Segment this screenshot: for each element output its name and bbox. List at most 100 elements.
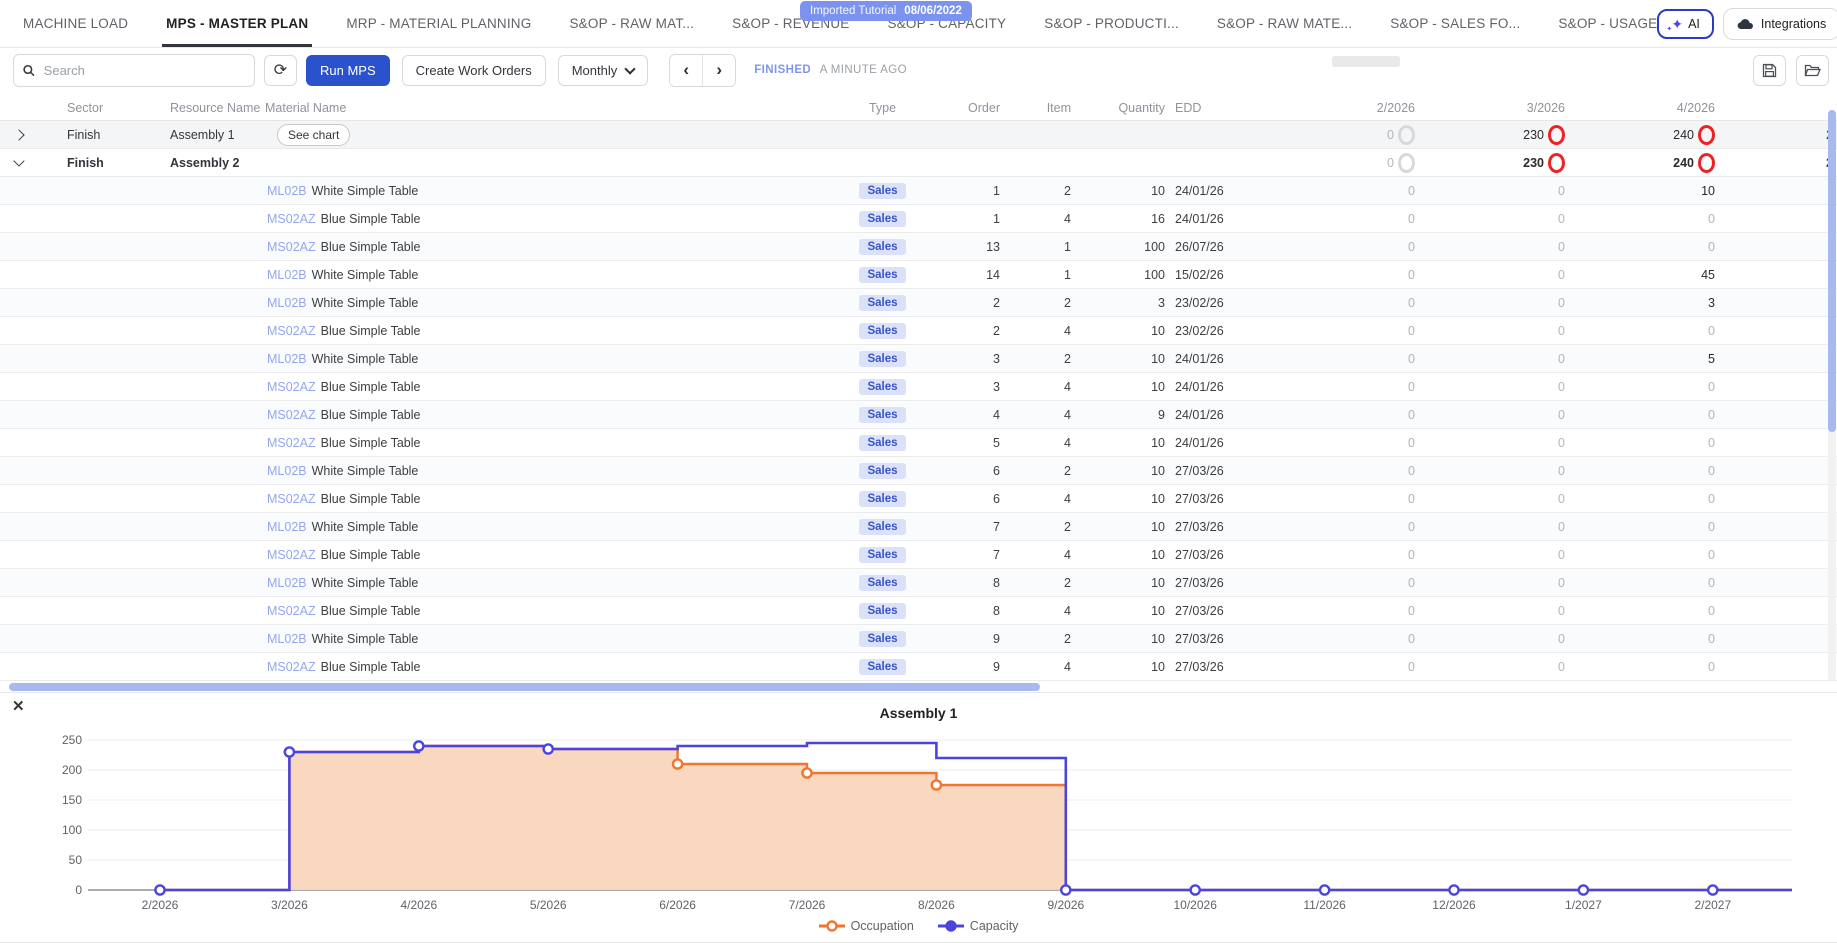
next-period-button[interactable]: › — [703, 55, 735, 86]
capacity-data-point[interactable] — [1579, 885, 1588, 894]
table-row[interactable]: MS02AZBlue Simple TableSales841027/03/26… — [0, 597, 1837, 625]
item-cell: 2 — [1000, 632, 1071, 646]
material-code-link[interactable]: ML02B — [267, 576, 307, 590]
material-code-link[interactable]: ML02B — [267, 352, 307, 366]
tab-s-op-raw-mat-[interactable]: S&OP - RAW MAT... — [569, 0, 694, 47]
tab-mps-master-plan[interactable]: MPS - MASTER PLAN — [166, 0, 308, 47]
capacity-data-point[interactable] — [155, 885, 164, 894]
table-row[interactable]: ML02BWhite Simple TableSales14110015/02/… — [0, 261, 1837, 289]
material-code-link[interactable]: MS02AZ — [267, 380, 316, 394]
search-input[interactable] — [42, 62, 245, 79]
capacity-legend-marker — [938, 920, 964, 932]
refresh-button[interactable]: ⟳ — [264, 55, 297, 86]
type-badge: Sales — [859, 435, 905, 451]
ai-button[interactable]: ✦✦ AI — [1657, 9, 1714, 39]
material-code-link[interactable]: ML02B — [267, 520, 307, 534]
vertical-scrollbar-track[interactable] — [1828, 110, 1836, 681]
material-name: Blue Simple Table — [321, 548, 421, 562]
table-row[interactable]: ML02BWhite Simple TableSales721027/03/26… — [0, 513, 1837, 541]
tab-s-op-sales-fo-[interactable]: S&OP - SALES FO... — [1390, 0, 1520, 47]
x-tick-label: 9/2026 — [1047, 898, 1084, 912]
integrations-button[interactable]: Integrations — [1723, 8, 1837, 40]
tab-s-op-usage[interactable]: S&OP - USAGE — [1558, 0, 1657, 47]
material-code-link[interactable]: ML02B — [267, 632, 307, 646]
table-row[interactable]: MS02AZBlue Simple TableSales941027/03/26… — [0, 653, 1837, 681]
table-row[interactable]: MS02AZBlue Simple TableSales44924/01/260… — [0, 401, 1837, 429]
tab-s-op-raw-mate-[interactable]: S&OP - RAW MATE... — [1217, 0, 1352, 47]
material-code-link[interactable]: ML02B — [267, 464, 307, 478]
material-code-link[interactable]: MS02AZ — [267, 492, 316, 506]
table-row[interactable]: MS02AZBlue Simple TableSales641027/03/26… — [0, 485, 1837, 513]
legend-capacity[interactable]: Capacity — [938, 919, 1019, 933]
table-row[interactable]: MS02AZBlue Simple TableSales141624/01/26… — [0, 205, 1837, 233]
table-row[interactable]: ML02BWhite Simple TableSales821027/03/26… — [0, 569, 1837, 597]
material-code-link[interactable]: MS02AZ — [267, 436, 316, 450]
previous-period-button[interactable]: ‹ — [670, 55, 703, 86]
create-work-orders-button[interactable]: Create Work Orders — [402, 55, 546, 86]
table-row[interactable]: ML02BWhite Simple TableSales321024/01/26… — [0, 345, 1837, 373]
table-row[interactable]: ML02BWhite Simple TableSales921027/03/26… — [0, 625, 1837, 653]
search-box[interactable] — [13, 54, 255, 87]
material-code-link[interactable]: MS02AZ — [267, 212, 316, 226]
edd-cell: 27/03/26 — [1165, 576, 1290, 590]
tab-machine-load[interactable]: MACHINE LOAD — [23, 0, 128, 47]
type-header: Type — [830, 101, 935, 115]
table-row[interactable]: ML02BWhite Simple TableSales22323/02/260… — [0, 289, 1837, 317]
horizontal-scrollbar-thumb[interactable] — [9, 683, 1040, 691]
month-value: 0 — [1408, 520, 1415, 534]
vertical-scrollbar-thumb[interactable] — [1828, 110, 1836, 432]
material-code-link[interactable]: ML02B — [267, 268, 307, 282]
material-code-link[interactable]: MS02AZ — [267, 660, 316, 674]
month-value-cell: 0 — [1565, 492, 1715, 506]
chevron-down-icon — [625, 63, 636, 74]
table-row[interactable]: MS02AZBlue Simple TableSales13110026/07/… — [0, 233, 1837, 261]
material-code-link[interactable]: MS02AZ — [267, 408, 316, 422]
material-code-link[interactable]: ML02B — [267, 184, 307, 198]
see-chart-button[interactable]: See chart — [277, 124, 350, 146]
order-cell: 7 — [935, 548, 1000, 562]
legend-occupation[interactable]: Occupation — [819, 919, 914, 933]
table-row[interactable]: MS02AZBlue Simple TableSales241023/02/26… — [0, 317, 1837, 345]
capacity-data-point[interactable] — [1449, 885, 1458, 894]
save-button[interactable] — [1753, 55, 1786, 86]
resource-group-row[interactable]: FinishAssembly 1See chart02302402 — [0, 121, 1837, 149]
open-folder-button[interactable] — [1796, 55, 1829, 86]
period-select[interactable]: Monthly — [558, 55, 649, 86]
tab-mrp-material-planning[interactable]: MRP - MATERIAL PLANNING — [346, 0, 531, 47]
occupation-data-point[interactable] — [673, 759, 682, 768]
month-value-cell: 0 — [1415, 660, 1565, 674]
type-badge: Sales — [859, 323, 905, 339]
table-row[interactable]: ML02BWhite Simple TableSales621027/03/26… — [0, 457, 1837, 485]
quantity-cell: 3 — [1071, 296, 1165, 310]
material-code-link[interactable]: MS02AZ — [267, 240, 316, 254]
collapse-icon[interactable] — [13, 155, 24, 166]
material-code-link[interactable]: MS02AZ — [267, 548, 316, 562]
capacity-data-point[interactable] — [544, 744, 553, 753]
item-cell: 2 — [1000, 520, 1071, 534]
x-tick-label: 6/2026 — [659, 898, 696, 912]
capacity-data-point[interactable] — [414, 741, 423, 750]
material-code-link[interactable]: MS02AZ — [267, 604, 316, 618]
table-row[interactable]: MS02AZBlue Simple TableSales541024/01/26… — [0, 429, 1837, 457]
item-cell: 2 — [1000, 184, 1071, 198]
edd-cell: 27/03/26 — [1165, 548, 1290, 562]
run-mps-button[interactable]: Run MPS — [306, 55, 390, 86]
material-code-link[interactable]: ML02B — [267, 296, 307, 310]
capacity-data-point[interactable] — [1320, 885, 1329, 894]
capacity-data-point[interactable] — [1708, 885, 1717, 894]
table-row[interactable]: ML02BWhite Simple TableSales121024/01/26… — [0, 177, 1837, 205]
occupation-data-point[interactable] — [802, 768, 811, 777]
capacity-data-point[interactable] — [285, 747, 294, 756]
occupation-data-point[interactable] — [932, 780, 941, 789]
capacity-data-point[interactable] — [1061, 885, 1070, 894]
table-row[interactable]: MS02AZBlue Simple TableSales741027/03/26… — [0, 541, 1837, 569]
month-value: 0 — [1408, 464, 1415, 478]
table-row[interactable]: MS02AZBlue Simple TableSales341024/01/26… — [0, 373, 1837, 401]
material-code-link[interactable]: MS02AZ — [267, 324, 316, 338]
capacity-data-point[interactable] — [1191, 885, 1200, 894]
tab-s-op-producti-[interactable]: S&OP - PRODUCTI... — [1044, 0, 1179, 47]
month-value-cell: 0 — [1565, 324, 1715, 338]
expand-icon[interactable] — [13, 129, 24, 140]
resource-group-row[interactable]: FinishAssembly 202302402 — [0, 149, 1837, 177]
item-cell: 2 — [1000, 296, 1071, 310]
